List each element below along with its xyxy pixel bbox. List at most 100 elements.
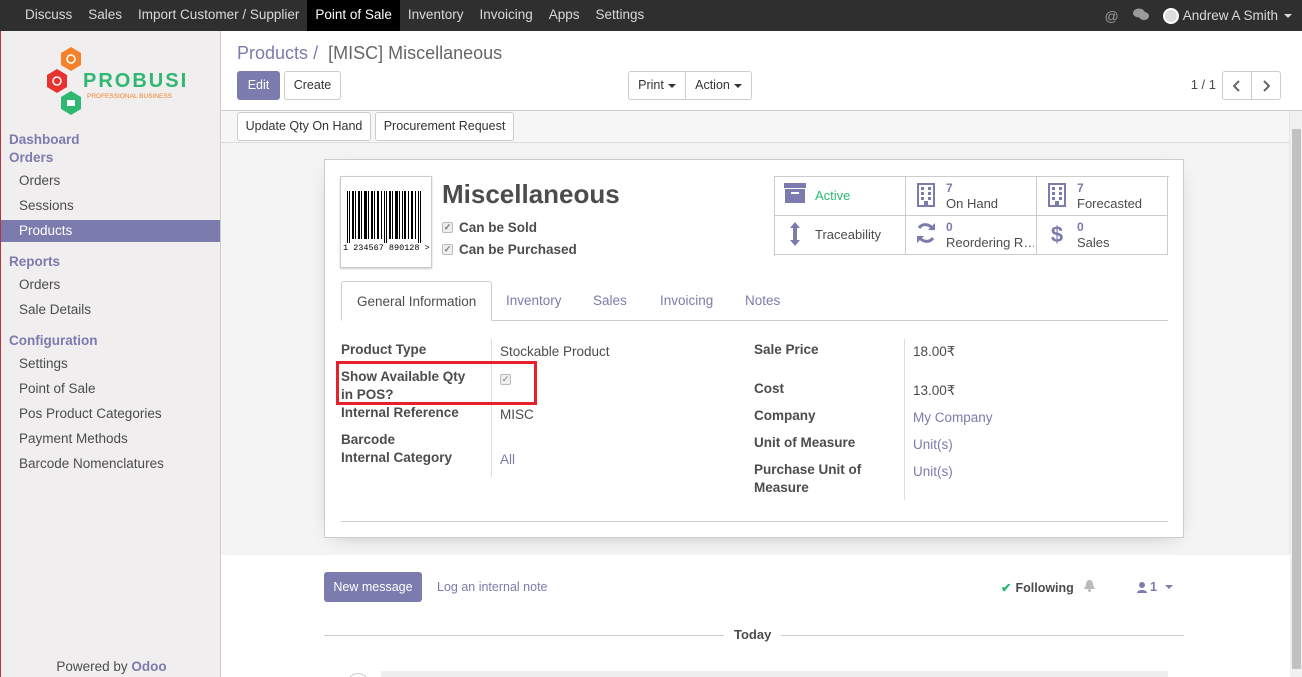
pager-previous-button[interactable] xyxy=(1222,71,1252,100)
following-button[interactable]: ✔ Following xyxy=(1001,580,1095,595)
sidebar-item-point-of-sale[interactable]: Point of Sale xyxy=(1,378,220,400)
tab-inventory[interactable]: Inventory xyxy=(491,281,577,321)
sale-price-label: Sale Price xyxy=(754,342,819,357)
user-menu[interactable]: Andrew A Smith xyxy=(1162,7,1292,24)
menu-invoicing[interactable]: Invoicing xyxy=(471,0,540,31)
sidebar-item-payment-methods[interactable]: Payment Methods xyxy=(1,428,220,450)
sidebar-item-settings[interactable]: Settings xyxy=(1,353,220,375)
chevron-down-icon xyxy=(667,83,676,88)
purchase-uom-field[interactable]: Unit(s) xyxy=(913,464,953,479)
sales-label: Sales xyxy=(1077,235,1110,250)
user-name: Andrew A Smith xyxy=(1182,8,1278,23)
sales-button[interactable]: $ 0 Sales xyxy=(1037,216,1168,255)
sidebar-item-products[interactable]: Products xyxy=(1,220,220,242)
can-be-sold-label: Can be Sold xyxy=(459,220,538,235)
product-form-sheet: 1 234567 890128 > Miscellaneous ✓ Can be … xyxy=(324,159,1184,538)
menu-import-customer-supplier[interactable]: Import Customer / Supplier xyxy=(130,0,307,31)
breadcrumb-products[interactable]: Products xyxy=(237,43,308,63)
archive-icon xyxy=(783,183,807,209)
sidebar-item-report-orders[interactable]: Orders xyxy=(1,274,220,296)
powered-by-text: Powered by xyxy=(56,659,128,674)
action-dropdown[interactable]: Action xyxy=(685,71,752,100)
odoo-link[interactable]: Odoo xyxy=(131,659,166,674)
svg-text:1 234567 890128 >: 1 234567 890128 > xyxy=(343,243,430,253)
sidebar-item-sale-details[interactable]: Sale Details xyxy=(1,299,220,321)
company-field[interactable]: My Company xyxy=(913,410,993,425)
building-icon xyxy=(1045,183,1069,209)
forecasted-label: Forecasted xyxy=(1077,196,1143,211)
menu-inventory[interactable]: Inventory xyxy=(400,0,472,31)
scrollbar-thumb[interactable] xyxy=(1292,129,1301,669)
on-hand-label: On Hand xyxy=(946,196,999,211)
scrollbar[interactable] xyxy=(1289,111,1302,677)
tab-notes[interactable]: Notes xyxy=(730,281,795,321)
tab-invoicing[interactable]: Invoicing xyxy=(645,281,728,321)
update-qty-on-hand-button[interactable]: Update Qty On Hand xyxy=(237,112,371,141)
sidebar-section-reports[interactable]: Reports xyxy=(9,254,60,269)
product-type-label: Product Type xyxy=(341,342,427,357)
top-navbar: Discuss Sales Import Customer / Supplier… xyxy=(0,0,1302,31)
purchase-uom-label-line1: Purchase Unit of xyxy=(754,462,862,477)
on-hand-count: 7 xyxy=(946,181,953,195)
avatar xyxy=(1162,7,1179,24)
tab-sales[interactable]: Sales xyxy=(578,281,642,321)
product-image[interactable]: 1 234567 890128 > xyxy=(340,176,432,268)
internal-reference-label: Internal Reference xyxy=(341,405,459,420)
followers-button[interactable]: 1 xyxy=(1137,580,1173,594)
action-label: Action xyxy=(695,78,730,92)
sidebar-section-configuration[interactable]: Configuration xyxy=(9,333,97,348)
menu-sales[interactable]: Sales xyxy=(80,0,130,31)
forecasted-button[interactable]: 7 Forecasted xyxy=(1037,177,1168,216)
can-be-purchased-label: Can be Purchased xyxy=(459,242,577,257)
active-status: Active xyxy=(815,188,851,203)
chevron-down-icon xyxy=(1164,585,1173,589)
reordering-rules-button[interactable]: 0 Reordering R… xyxy=(906,216,1037,255)
pager-value[interactable]: 1 / 1 xyxy=(1191,77,1216,92)
sidebar-section-orders[interactable]: Orders xyxy=(9,150,53,165)
checkbox-checked-icon: ✓ xyxy=(442,222,453,233)
cost-field[interactable]: 13.00₹ xyxy=(913,383,955,399)
on-hand-button[interactable]: 7 On Hand xyxy=(906,177,1037,216)
can-be-purchased-checkbox[interactable]: ✓ Can be Purchased xyxy=(442,242,577,257)
chevron-down-icon xyxy=(733,83,742,88)
traceability-button[interactable]: Traceability xyxy=(775,216,906,255)
product-type-field[interactable]: Stockable Product xyxy=(500,344,610,359)
internal-category-field[interactable]: All xyxy=(500,452,515,467)
sidebar-section-dashboard[interactable]: Dashboard xyxy=(9,132,80,147)
menu-point-of-sale[interactable]: Point of Sale xyxy=(307,0,400,31)
company-logo: PROBUSE PROFESSIONAL BUSINESS xyxy=(45,45,194,117)
sale-price-field[interactable]: 18.00₹ xyxy=(913,344,955,360)
tab-general-information[interactable]: General Information xyxy=(341,281,493,321)
print-dropdown[interactable]: Print xyxy=(628,71,686,100)
sidebar-item-barcode-nomenclatures[interactable]: Barcode Nomenclatures xyxy=(1,453,220,475)
breadcrumb-current: [MISC] Miscellaneous xyxy=(328,43,503,63)
can-be-sold-checkbox[interactable]: ✓ Can be Sold xyxy=(442,220,537,235)
cost-label: Cost xyxy=(754,381,784,396)
chatter: New message Log an internal note ✔ Follo… xyxy=(221,555,1290,677)
company-label: Company xyxy=(754,408,816,423)
internal-reference-field[interactable]: MISC xyxy=(500,407,534,422)
at-mention-icon[interactable]: @ xyxy=(1104,8,1118,24)
purchase-uom-label: Purchase Unit of Measure xyxy=(754,461,861,497)
pager-next-button[interactable] xyxy=(1251,71,1281,100)
sidebar-item-pos-product-categories[interactable]: Pos Product Categories xyxy=(1,403,220,425)
unit-of-measure-field[interactable]: Unit(s) xyxy=(913,437,953,452)
edit-button[interactable]: Edit xyxy=(237,71,280,100)
create-button[interactable]: Create xyxy=(284,71,341,100)
sidebar-item-orders[interactable]: Orders xyxy=(1,170,220,192)
smart-buttons: Active 7 On Hand 7 Forecasted Traceabili… xyxy=(774,176,1169,256)
menu-settings[interactable]: Settings xyxy=(588,0,653,31)
new-message-button[interactable]: New message xyxy=(324,572,422,602)
sidebar-item-sessions[interactable]: Sessions xyxy=(1,195,220,217)
bell-icon xyxy=(1083,580,1095,595)
active-toggle-button[interactable]: Active xyxy=(775,177,906,216)
followers-count: 1 xyxy=(1150,580,1157,594)
menu-apps[interactable]: Apps xyxy=(541,0,588,31)
reordering-label: Reordering R… xyxy=(946,235,1034,250)
procurement-request-button[interactable]: Procurement Request xyxy=(375,112,514,141)
log-note-button[interactable]: Log an internal note xyxy=(437,580,548,594)
field-divider xyxy=(491,339,492,477)
avatar xyxy=(347,673,369,677)
menu-discuss[interactable]: Discuss xyxy=(17,0,80,31)
chat-bubbles-icon[interactable] xyxy=(1132,8,1149,24)
